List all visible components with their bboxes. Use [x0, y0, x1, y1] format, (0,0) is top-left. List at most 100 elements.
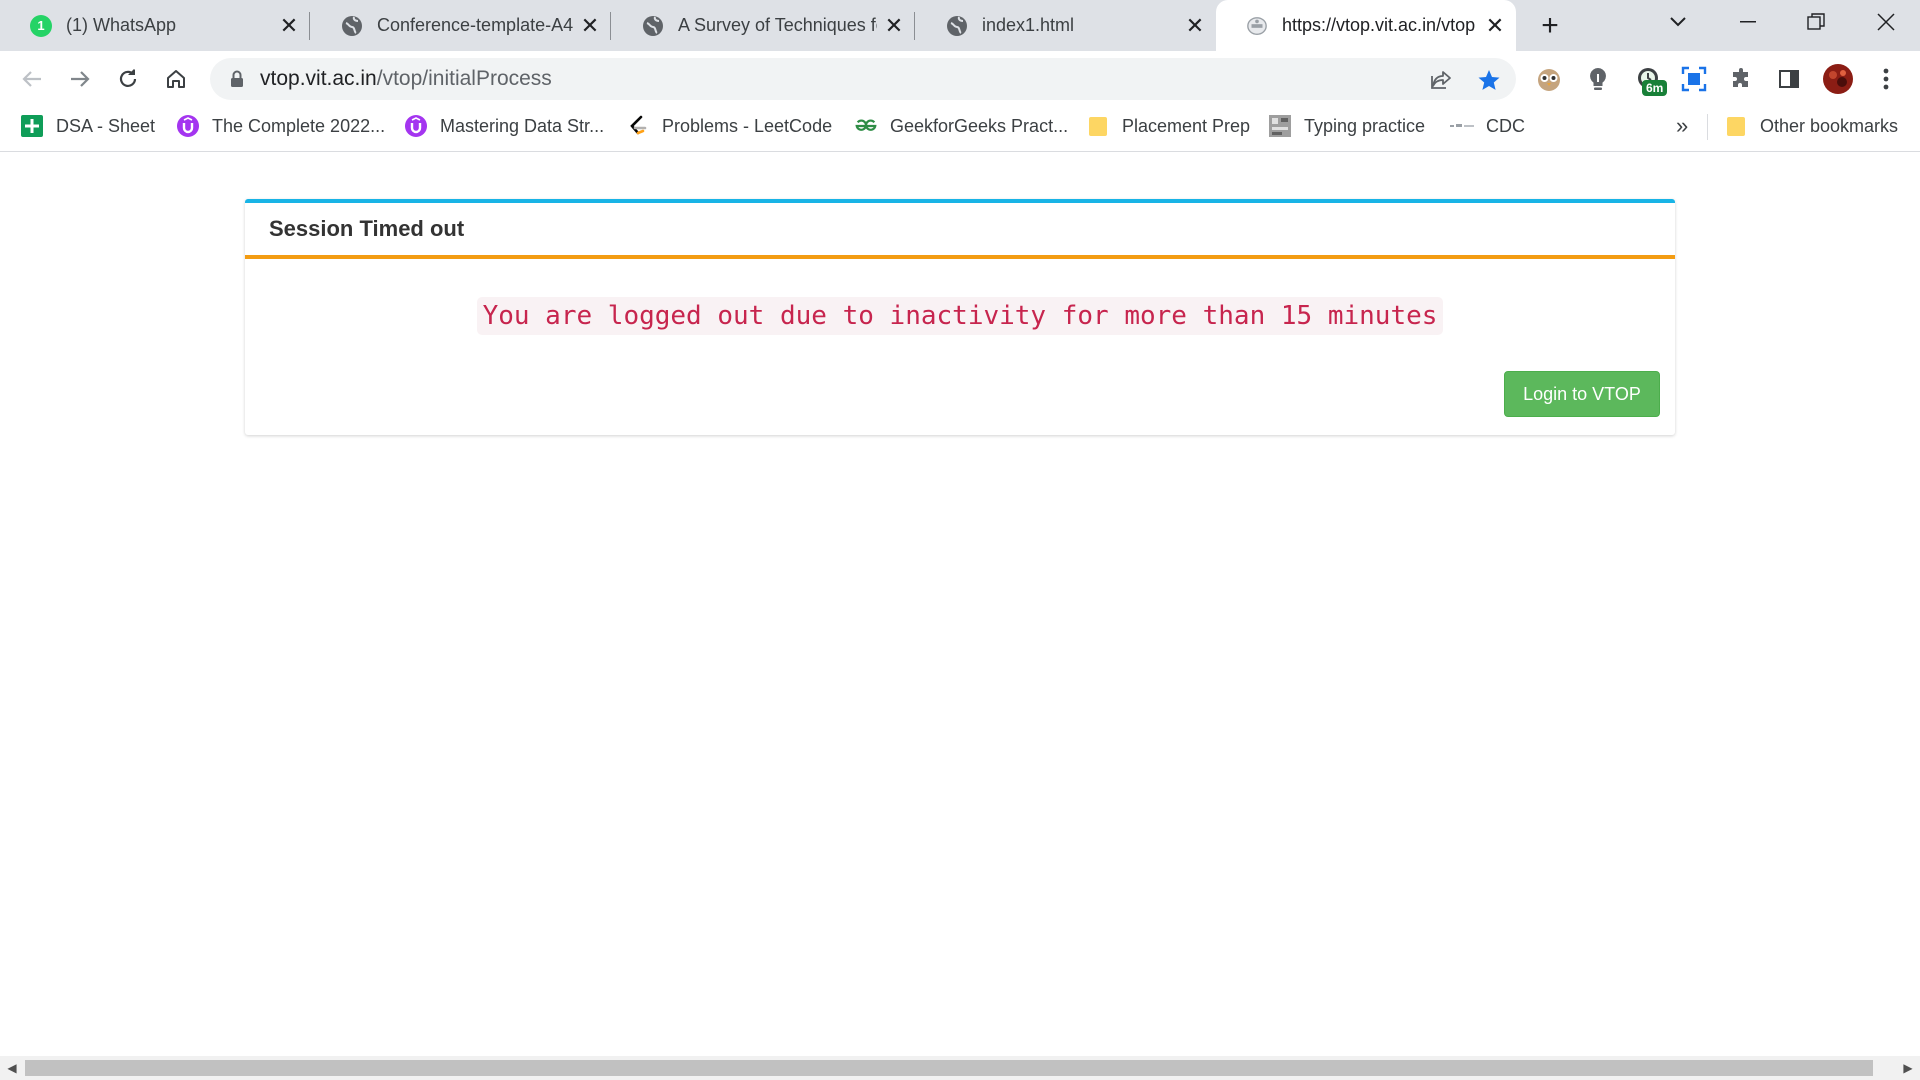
bookmark-placement-prep[interactable]: Placement Prep — [1086, 107, 1250, 145]
screenshot-extension-icon[interactable] — [1677, 62, 1711, 96]
arrow-right-icon — [71, 71, 90, 87]
panel-heading: Session Timed out — [245, 203, 1675, 259]
bookmark-label: Typing practice — [1304, 115, 1426, 136]
close-icon — [1877, 13, 1895, 31]
globe-icon — [946, 15, 968, 37]
close-icon[interactable]: ✕ — [1184, 14, 1206, 37]
bookmark-label: Placement Prep — [1122, 115, 1251, 136]
whatsapp-icon: 1 — [30, 14, 52, 37]
udemy-icon — [404, 114, 428, 138]
tab-divider — [914, 12, 915, 40]
side-panel-icon[interactable] — [1772, 62, 1806, 96]
bookmark-typing-practice[interactable]: Typing practice — [1268, 107, 1425, 145]
puzzle-extensions-icon[interactable] — [1725, 62, 1759, 96]
forward-button[interactable] — [62, 61, 98, 97]
timer-extension-icon[interactable]: 6m — [1632, 62, 1668, 96]
notification-badge: 1 — [37, 18, 45, 33]
url-host: vtop.vit.ac.in — [260, 67, 377, 90]
timeout-message: You are logged out due to inactivity for… — [476, 297, 1444, 335]
tab-whatsapp[interactable]: 1 (1) WhatsApp ✕ — [0, 0, 310, 51]
bookmark-mastering-data[interactable]: Mastering Data Str... — [404, 107, 604, 145]
close-icon[interactable]: ✕ — [278, 14, 300, 37]
session-timeout-panel: Session Timed out You are logged out due… — [245, 199, 1675, 435]
login-button[interactable]: Login to VTOP — [1504, 371, 1660, 417]
close-icon[interactable]: ✕ — [1484, 14, 1506, 37]
bookmark-dsa-sheet[interactable]: DSA - Sheet — [20, 107, 155, 145]
message-container: You are logged out due to inactivity for… — [245, 297, 1675, 335]
home-button[interactable] — [158, 61, 194, 97]
tab-divider — [610, 12, 611, 40]
scrollbar-thumb[interactable] — [25, 1060, 1873, 1076]
tab-title: Conference-template-A4 — [377, 15, 573, 35]
bookmark-geeksforgeeks[interactable]: GeekforGeeks Pract... — [854, 107, 1068, 145]
cdc-icon — [1450, 114, 1474, 138]
owl-extension-icon[interactable] — [1532, 62, 1566, 96]
profile-avatar[interactable] — [1821, 62, 1855, 96]
bookmark-label: The Complete 2022... — [212, 115, 386, 136]
folder-icon — [1086, 114, 1110, 138]
lightbulb-extension-icon[interactable] — [1581, 62, 1615, 96]
bookmarks-overflow-button[interactable]: » — [1676, 107, 1688, 145]
gfg-icon — [854, 114, 878, 138]
restore-icon — [1807, 13, 1825, 30]
back-button[interactable] — [14, 61, 50, 97]
bookmark-star-icon[interactable] — [1476, 67, 1502, 93]
globe-icon — [341, 15, 363, 37]
bookmarks-divider — [1707, 114, 1708, 140]
page-title: Session Timed out — [269, 216, 465, 241]
tab-title: (1) WhatsApp — [66, 15, 177, 35]
vit-logo-icon — [1246, 15, 1268, 37]
tab-vtop[interactable]: https://vtop.vit.ac.in/vtop ✕ — [1216, 0, 1516, 51]
other-bookmarks-folder[interactable]: Other bookmarks — [1724, 107, 1898, 145]
kebab-menu-icon[interactable] — [1869, 62, 1903, 96]
bookmark-label: GeekforGeeks Pract... — [890, 115, 1069, 136]
minimize-icon — [1740, 21, 1756, 23]
panel-body: You are logged out due to inactivity for… — [245, 259, 1675, 435]
chevron-down-icon — [1670, 17, 1686, 27]
bookmark-leetcode[interactable]: Problems - LeetCode — [626, 107, 832, 145]
udemy-icon — [176, 114, 200, 138]
bookmark-cdc[interactable]: CDC — [1450, 107, 1525, 145]
bookmark-label: Other bookmarks — [1760, 115, 1899, 136]
tab-search-button[interactable] — [1644, 0, 1712, 44]
timer-badge: 6m — [1642, 80, 1668, 96]
reload-button[interactable] — [110, 61, 146, 97]
lock-icon[interactable] — [228, 70, 246, 88]
bookmark-complete-2022[interactable]: The Complete 2022... — [176, 107, 385, 145]
bookmark-label: Problems - LeetCode — [662, 115, 833, 136]
close-icon[interactable]: ✕ — [579, 14, 601, 37]
scroll-right-icon[interactable]: ▶ — [1896, 1056, 1920, 1080]
close-window-button[interactable] — [1852, 0, 1920, 44]
tab-strip: 1 (1) WhatsApp ✕ Conference-template-A4 … — [0, 0, 1920, 51]
tab-title: A Survey of Techniques fo — [678, 15, 877, 35]
tab-survey[interactable]: A Survey of Techniques fo ✕ — [612, 0, 915, 51]
tab-divider — [309, 12, 310, 40]
leetcode-icon — [626, 114, 650, 138]
url-text: vtop.vit.ac.in/vtop/initialProcess — [260, 67, 552, 91]
scroll-left-icon[interactable]: ◀ — [0, 1056, 24, 1080]
tab-title: index1.html — [982, 15, 1075, 35]
url-path: /vtop/initialProcess — [376, 67, 552, 90]
globe-icon — [642, 15, 664, 37]
new-tab-button[interactable]: + — [1532, 0, 1568, 51]
bookmark-label: CDC — [1486, 115, 1525, 136]
horizontal-scrollbar[interactable]: ◀ ▶ — [0, 1056, 1920, 1080]
bookmark-label: DSA - Sheet — [56, 115, 156, 136]
arrow-left-icon — [22, 71, 41, 87]
folder-icon — [1724, 114, 1748, 138]
share-icon[interactable] — [1428, 67, 1454, 93]
tab-title: https://vtop.vit.ac.in/vtop — [1282, 15, 1476, 35]
tab-conference-template[interactable]: Conference-template-A4 ✕ — [311, 0, 611, 51]
address-bar[interactable]: vtop.vit.ac.in/vtop/initialProcess — [210, 58, 1516, 100]
bookmark-label: Mastering Data Str... — [440, 115, 605, 136]
browser-toolbar: vtop.vit.ac.in/vtop/initialProcess 6m — [0, 51, 1920, 107]
minimize-button[interactable] — [1714, 0, 1782, 44]
restore-button[interactable] — [1782, 0, 1850, 44]
typing-icon — [1268, 114, 1292, 138]
close-icon[interactable]: ✕ — [883, 14, 905, 37]
reload-icon — [119, 69, 137, 87]
bookmarks-bar: DSA - Sheet The Complete 2022... Masteri… — [0, 107, 1920, 152]
home-icon — [167, 70, 185, 88]
tab-index1[interactable]: index1.html ✕ — [916, 0, 1216, 51]
sheets-icon — [20, 114, 44, 138]
